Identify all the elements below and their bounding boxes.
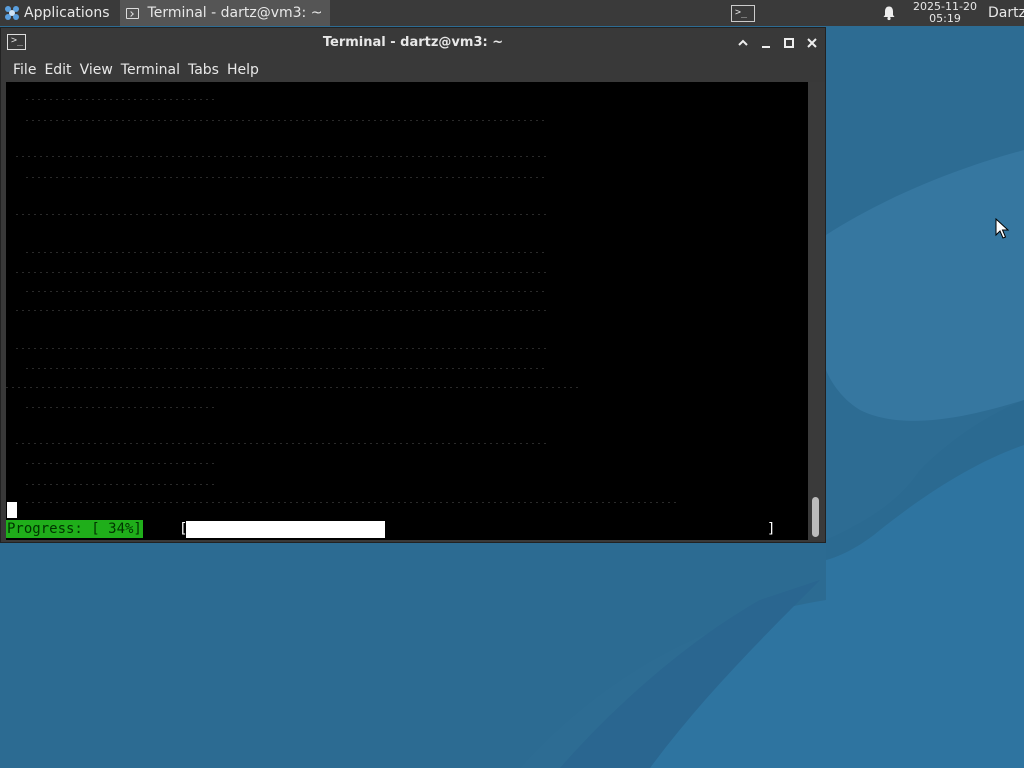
taskbar-terminal-title: Terminal - dartz@vm3: ~ — [147, 5, 323, 21]
faint-output-line — [26, 252, 546, 253]
applications-label: Applications — [24, 5, 110, 21]
mouse-pointer-icon — [995, 218, 1009, 239]
faint-output-line — [16, 214, 546, 215]
menu-view[interactable]: View — [80, 58, 121, 82]
user-menu[interactable]: Dartz — [988, 0, 1024, 26]
faint-output-line — [16, 348, 546, 349]
terminal-launcher-button[interactable]: >_ — [728, 0, 758, 26]
faint-output-line — [26, 291, 546, 292]
taskbar-terminal-button[interactable]: Terminal - dartz@vm3: ~ — [119, 0, 331, 26]
faint-output-line — [26, 177, 546, 178]
close-button[interactable] — [804, 35, 820, 51]
text-cursor — [7, 502, 17, 518]
menu-file[interactable]: File — [1, 58, 44, 82]
bell-icon[interactable] — [881, 5, 897, 21]
menu-edit[interactable]: Edit — [44, 58, 79, 82]
progress-line: Progress: [ 34%] [ ] — [6, 520, 808, 538]
faint-output-line — [16, 443, 546, 444]
menu-help[interactable]: Help — [227, 58, 267, 82]
window-title: Terminal - dartz@vm3: ~ — [322, 35, 504, 50]
minimize-button[interactable] — [758, 35, 774, 51]
faint-output-line — [26, 484, 216, 485]
faint-output-line — [26, 407, 216, 408]
clock[interactable]: 2025-11-20 05:19 — [910, 1, 980, 25]
terminal-scrollbar[interactable] — [808, 82, 825, 540]
clock-time: 05:19 — [929, 12, 961, 25]
maximize-button[interactable] — [781, 35, 797, 51]
terminal-icon — [125, 7, 139, 19]
scrollbar-thumb[interactable] — [812, 497, 819, 537]
faint-output-line — [26, 368, 546, 369]
top-panel: Applications Terminal - dartz@vm3: ~ >_ … — [0, 0, 1024, 26]
progress-fill — [186, 521, 386, 538]
xfce-mouse-icon — [5, 6, 19, 20]
faint-output-line — [26, 502, 676, 503]
terminal-icon: >_ — [731, 4, 755, 22]
faint-output-line — [26, 463, 216, 464]
faint-output-line — [26, 99, 216, 100]
window-titlebar[interactable]: >_ Terminal - dartz@vm3: ~ — [1, 28, 825, 58]
terminal-window: >_ Terminal - dartz@vm3: ~ File Edit Vie… — [0, 27, 826, 543]
faint-output-line — [16, 310, 546, 311]
faint-output-line — [16, 272, 546, 273]
faint-output-line — [16, 156, 546, 157]
faint-output-line — [6, 387, 581, 388]
faint-output-line — [26, 120, 546, 121]
applications-menu-button[interactable]: Applications — [0, 0, 114, 26]
shade-button[interactable] — [735, 35, 751, 51]
menu-terminal[interactable]: Terminal — [121, 58, 188, 82]
menu-tabs[interactable]: Tabs — [188, 58, 227, 82]
progress-label: Progress: [ 34%] — [6, 520, 143, 538]
progress-bar — [186, 521, 772, 538]
terminal-output[interactable]: Progress: [ 34%] [ ] — [6, 82, 808, 540]
menubar: File Edit View Terminal Tabs Help — [1, 58, 267, 82]
progress-bracket-close: ] — [767, 521, 776, 537]
